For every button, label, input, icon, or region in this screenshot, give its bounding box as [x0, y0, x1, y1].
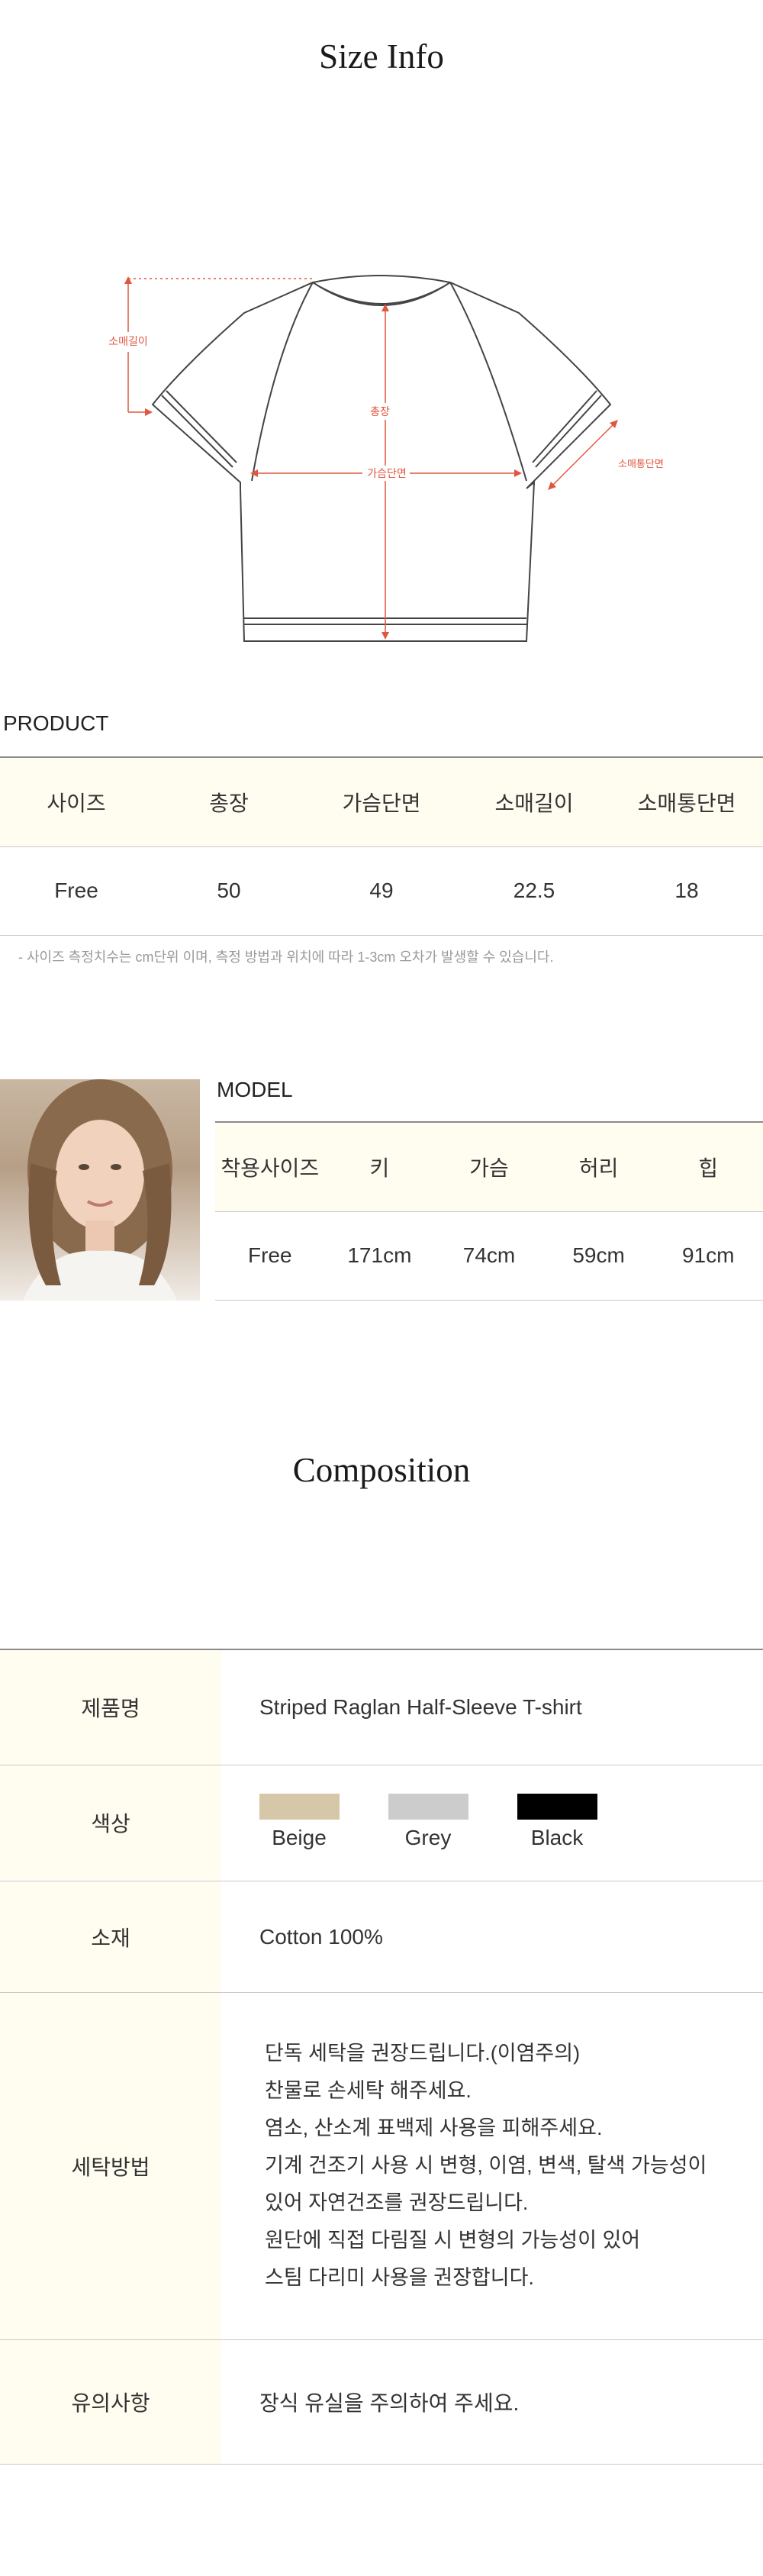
- model-cell-hip: 91cm: [681, 1243, 735, 1267]
- product-header-sleeve-length: 소매길이: [458, 758, 610, 846]
- care-line: 원단에 직접 다림질 시 변형의 가능성이 있어: [265, 2229, 641, 2252]
- model-cell-waist: 59cm: [572, 1243, 625, 1267]
- composition-bottom-rule: [0, 2464, 763, 2465]
- measurement-note: - 사이즈 측정치수는 cm단위 이며, 측정 방법과 위치에 따라 1-3cm…: [18, 949, 554, 965]
- diagram-chest-label: 가슴단면: [367, 468, 407, 480]
- color-name-grey: Grey: [404, 1826, 452, 1849]
- model-cell-height: 171cm: [347, 1243, 412, 1267]
- model-header-waist: 허리: [543, 1123, 654, 1211]
- product-name-value: Striped Raglan Half-Sleeve T-shirt: [259, 1695, 582, 1719]
- care-line: 있어 자연건조를 권장드립니다.: [265, 2191, 529, 2214]
- product-section-label: PRODUCT: [3, 711, 109, 735]
- care-label: 세탁방법: [0, 1993, 221, 2339]
- product-cell-size: Free: [54, 879, 98, 902]
- diagram-sleeve-width-label: 소매통단면: [618, 459, 664, 470]
- product-table-header-row: 사이즈 총장 가슴단면 소매길이 소매통단면: [0, 758, 763, 846]
- model-cell-bust: 74cm: [462, 1243, 516, 1267]
- model-section-label: MODEL: [217, 1078, 293, 1101]
- product-header-chest: 가슴단면: [305, 758, 458, 846]
- care-line: 기계 건조기 사용 시 변형, 이염, 변색, 탈색 가능성이: [265, 2154, 707, 2177]
- model-header-hip: 힙: [653, 1123, 763, 1211]
- product-cell-sleeve-length: 22.5: [513, 879, 555, 902]
- color-name-black: Black: [530, 1826, 584, 1849]
- material-value: Cotton 100%: [259, 1924, 383, 1949]
- product-header-sleeve-width: 소매통단면: [610, 758, 763, 846]
- model-header-height: 키: [324, 1123, 435, 1211]
- table-row: Free 50 49 22.5 18: [0, 846, 763, 935]
- composition-title: Composition: [292, 1451, 471, 1489]
- model-table-header-row: 착용사이즈 키 가슴 허리 힙: [215, 1123, 763, 1211]
- model-photo: [0, 1079, 200, 1301]
- care-line: 염소, 산소계 표백제 사용을 피해주세요.: [265, 2117, 603, 2139]
- product-cell-length: 50: [217, 879, 241, 902]
- color-swatch-black: [517, 1794, 597, 1820]
- product-cell-chest: 49: [369, 879, 394, 902]
- model-header-bust: 가슴: [434, 1123, 544, 1211]
- color-swatch-beige: [259, 1794, 340, 1820]
- table-row: Free 171cm 74cm 59cm 91cm: [215, 1211, 763, 1300]
- color-name-beige: Beige: [272, 1826, 327, 1849]
- product-cell-sleeve-width: 18: [674, 879, 699, 902]
- diagram-sleeve-length-label: 소매길이: [108, 336, 148, 348]
- color-swatch-grey: [388, 1794, 468, 1820]
- model-info-table: 착용사이즈 키 가슴 허리 힙 Free 171cm 74cm 59cm 91c…: [215, 1123, 763, 1301]
- product-header-size: 사이즈: [0, 758, 153, 846]
- model-header-wear-size: 착용사이즈: [215, 1123, 325, 1211]
- care-line: 단독 세탁을 권장드립니다.(이염주의): [265, 2042, 581, 2065]
- model-cell-wear-size: Free: [248, 1243, 292, 1267]
- product-header-length: 총장: [153, 758, 305, 846]
- product-name-label: 제품명: [0, 1650, 221, 1765]
- diagram-total-length-label: 총장: [370, 406, 390, 418]
- care-line: 찬물로 손세탁 해주세요.: [265, 2079, 472, 2102]
- material-label: 소재: [0, 1881, 221, 1992]
- tshirt-size-diagram: 가슴단면 총장 소매길이 소매통단면: [103, 275, 664, 642]
- size-info-title: Size Info: [319, 37, 444, 76]
- product-size-table: 사이즈 총장 가슴단면 소매길이 소매통단면 Free 50 49 22.5 1…: [0, 758, 763, 936]
- caution-label: 유의사항: [0, 2340, 221, 2464]
- care-instructions: 단독 세탁을 권장드립니다.(이염주의) 찬물로 손세탁 해주세요. 염소, 산…: [265, 2035, 707, 2297]
- color-label: 색상: [0, 1765, 221, 1880]
- care-line: 스팀 다리미 사용을 권장합니다.: [265, 2266, 534, 2289]
- caution-value: 장식 유실을 주의하여 주세요.: [259, 2391, 520, 2415]
